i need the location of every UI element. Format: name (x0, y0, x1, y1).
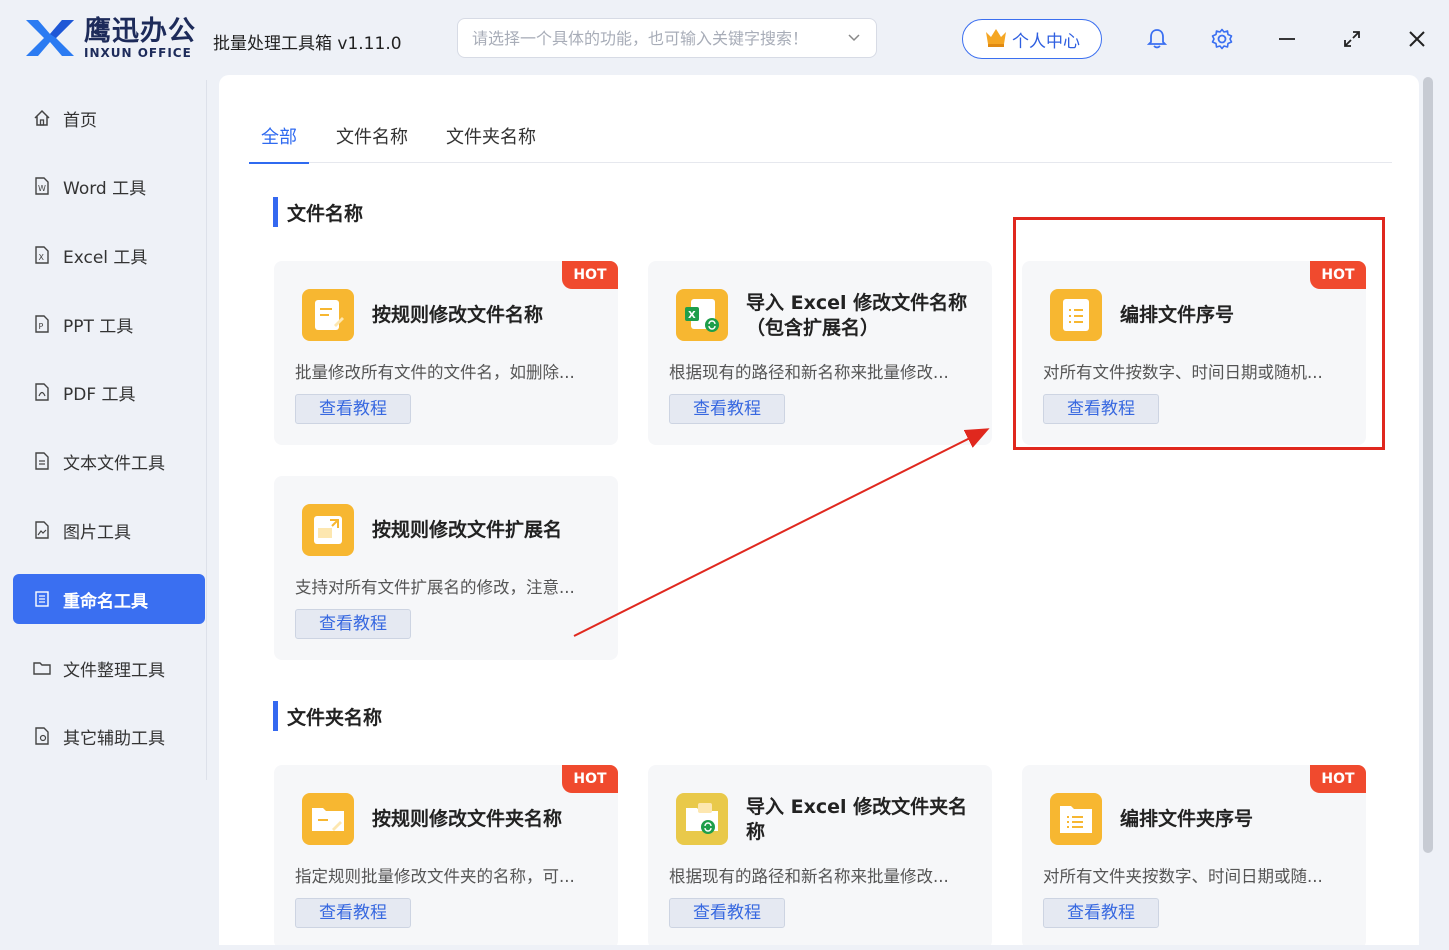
user-center-label: 个人中心 (1012, 31, 1080, 52)
sidebar-item-image[interactable]: 图片工具 (13, 505, 205, 555)
tool-card-excel-rename-folder[interactable]: 导入 Excel 修改文件夹名称 根据现有的路径和新名称来批量修改... 查看教… (648, 765, 992, 945)
user-center-button[interactable]: 个人中心 (962, 19, 1102, 59)
maximize-icon[interactable] (1339, 26, 1365, 52)
folder-excel-icon (676, 793, 728, 845)
brand-logo: 鹰迅办公 INXUN OFFICE (24, 16, 196, 60)
card-title: 导入 Excel 修改文件夹名称 (746, 796, 968, 843)
svg-text:W: W (38, 184, 46, 193)
card-description: 根据现有的路径和新名称来批量修改... (669, 363, 949, 382)
sidebar-item-label: 其它辅助工具 (63, 728, 165, 749)
view-tutorial-button[interactable]: 查看教程 (1043, 898, 1159, 928)
main-panel: 全部 文件名称 文件夹名称 文件名称 按规则修改文件名称 批量修改所有文件的文件… (219, 75, 1419, 945)
svg-text:P: P (39, 322, 44, 331)
ppt-file-icon: P (33, 315, 51, 333)
sidebar-item-pdf[interactable]: PDF 工具 (13, 367, 205, 417)
sidebar-item-other-tools[interactable]: 其它辅助工具 (13, 711, 205, 761)
hot-badge: HOT (562, 765, 618, 793)
sidebar-item-label: Word 工具 (63, 178, 147, 199)
bell-icon[interactable] (1144, 26, 1170, 52)
brand-name-en: INXUN OFFICE (84, 45, 192, 60)
sidebar-item-label: 重命名工具 (63, 591, 148, 612)
title-bar: 鹰迅办公 INXUN OFFICE 批量处理工具箱 v1.11.0 个人中心 (0, 0, 1449, 78)
tools-icon (33, 727, 51, 745)
card-title: 按规则修改文件名称 (372, 304, 544, 326)
excel-file-icon: X (33, 246, 51, 264)
doc-edit-icon (302, 289, 354, 341)
word-file-icon: W (33, 177, 51, 195)
folder-list-icon (1050, 793, 1102, 845)
sidebar-item-label: 图片工具 (63, 522, 131, 543)
tool-card-change-extension[interactable]: 按规则修改文件扩展名 支持对所有文件扩展名的修改，注意... 查看教程 (274, 476, 618, 660)
sidebar-item-excel[interactable]: X Excel 工具 (13, 230, 205, 280)
search-box[interactable] (457, 18, 877, 58)
view-tutorial-button[interactable]: 查看教程 (295, 609, 411, 639)
crown-icon (984, 26, 1012, 53)
card-title: 编排文件夹序号 (1120, 808, 1254, 830)
scrollbar-thumb[interactable] (1423, 77, 1433, 853)
view-tutorial-button[interactable]: 查看教程 (295, 898, 411, 928)
sidebar-item-home[interactable]: 首页 (13, 93, 205, 143)
sidebar-item-label: PDF 工具 (63, 384, 136, 405)
view-tutorial-button[interactable]: 查看教程 (669, 898, 785, 928)
folder-icon (33, 659, 51, 677)
search-input[interactable] (472, 28, 832, 48)
card-description: 支持对所有文件扩展名的修改，注意... (295, 578, 575, 597)
section-title-folder-name: 文件夹名称 (273, 701, 382, 731)
card-description: 根据现有的路径和新名称来批量修改... (669, 867, 949, 886)
sidebar-item-text[interactable]: 文本文件工具 (13, 436, 205, 486)
image-file-icon (33, 521, 51, 539)
hot-badge: HOT (562, 261, 618, 289)
hot-badge: HOT (1310, 765, 1366, 793)
gear-icon[interactable] (1209, 26, 1235, 52)
app-title: 批量处理工具箱 v1.11.0 (213, 34, 402, 54)
excel-import-icon: X (676, 289, 728, 341)
pdf-file-icon (33, 383, 51, 401)
tool-card-number-folders[interactable]: 编排文件夹序号 对所有文件夹按数字、时间日期或随... 查看教程 HOT (1022, 765, 1366, 945)
sidebar-divider (206, 80, 207, 780)
highlight-box (1013, 217, 1385, 450)
brand-name-cn: 鹰迅办公 (84, 15, 196, 47)
tab-all[interactable]: 全部 (249, 123, 309, 164)
card-title: 导入 Excel 修改文件名称（包含扩展名） (746, 292, 968, 339)
sidebar-item-ppt[interactable]: P PPT 工具 (13, 299, 205, 349)
home-icon (33, 109, 51, 127)
section-title-file-name: 文件名称 (273, 197, 363, 227)
rename-icon (33, 590, 51, 608)
scrollbar[interactable] (1421, 75, 1435, 945)
brand-logo-mark (24, 16, 76, 60)
folder-edit-icon (302, 793, 354, 845)
card-description: 批量修改所有文件的文件名，如删除... (295, 363, 575, 382)
sidebar-item-label: 首页 (63, 110, 97, 131)
tab-file-name[interactable]: 文件名称 (336, 123, 408, 163)
view-tutorial-button[interactable]: 查看教程 (669, 394, 785, 424)
card-description: 对所有文件夹按数字、时间日期或随... (1043, 867, 1323, 886)
tab-folder-name[interactable]: 文件夹名称 (446, 123, 536, 163)
sidebar-item-label: PPT 工具 (63, 316, 134, 337)
chevron-down-icon[interactable] (846, 29, 862, 49)
svg-text:X: X (688, 310, 696, 321)
tool-card-rename-folder-by-rule[interactable]: 按规则修改文件夹名称 指定规则批量修改文件夹的名称，可... 查看教程 HOT (274, 765, 618, 945)
extension-icon (302, 504, 354, 556)
tool-card-excel-rename-file[interactable]: X 导入 Excel 修改文件名称（包含扩展名） 根据现有的路径和新名称来批量修… (648, 261, 992, 445)
sidebar-item-rename[interactable]: 重命名工具 (13, 574, 205, 624)
sidebar-item-label: 文件整理工具 (63, 660, 165, 681)
view-tutorial-button[interactable]: 查看教程 (295, 394, 411, 424)
card-title: 按规则修改文件夹名称 (372, 808, 563, 830)
sidebar-item-label: 文本文件工具 (63, 453, 165, 474)
svg-text:X: X (39, 253, 45, 262)
tool-card-rename-by-rule[interactable]: 按规则修改文件名称 批量修改所有文件的文件名，如删除... 查看教程 HOT (274, 261, 618, 445)
sidebar-item-word[interactable]: W Word 工具 (13, 161, 205, 211)
sidebar-item-file-organize[interactable]: 文件整理工具 (13, 643, 205, 693)
card-title: 按规则修改文件扩展名 (372, 519, 563, 541)
text-file-icon (33, 452, 51, 470)
sidebar-item-label: Excel 工具 (63, 247, 148, 268)
card-description: 指定规则批量修改文件夹的名称，可... (295, 867, 575, 886)
minimize-icon[interactable] (1274, 26, 1300, 52)
tab-bar: 全部 文件名称 文件夹名称 (249, 119, 1392, 164)
close-icon[interactable] (1404, 26, 1430, 52)
